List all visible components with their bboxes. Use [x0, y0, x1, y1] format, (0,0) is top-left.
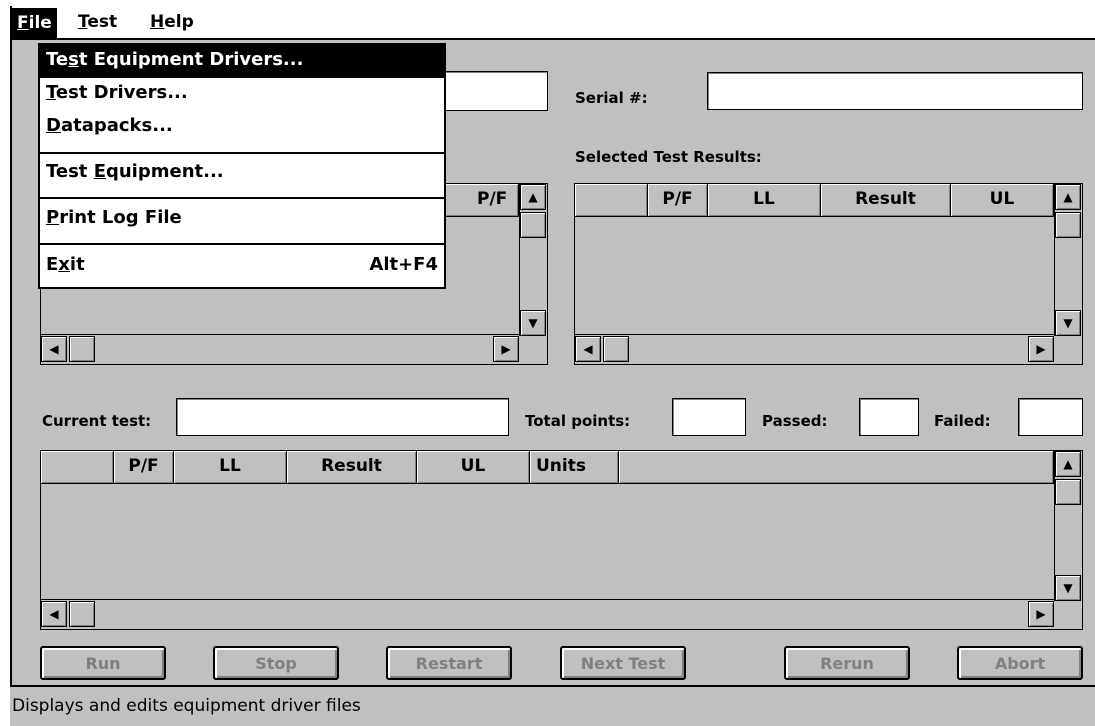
menu-item-test-drivers[interactable]: Test Drivers...: [40, 78, 444, 111]
rerun-button[interactable]: Rerun: [784, 646, 910, 680]
left-grid-vscroll[interactable]: ▲ ▼: [519, 184, 547, 336]
menu-item-text: est Drivers...: [55, 82, 188, 103]
menu-item-text: atapacks...: [60, 115, 173, 136]
file-menu-dropdown: Test Equipment Drivers... Test Drivers..…: [38, 43, 446, 289]
left-arrow-icon[interactable]: ◀: [575, 336, 601, 362]
menu-item-datapacks[interactable]: Datapacks...: [40, 111, 444, 144]
left-arrow-icon[interactable]: ◀: [41, 601, 67, 627]
current-grid-header-ll[interactable]: LL: [174, 451, 287, 484]
menu-separator: [40, 152, 444, 154]
current-grid-hthumb[interactable]: [69, 601, 95, 627]
menu-help[interactable]: Help: [150, 12, 194, 32]
menu-item-print-log-file[interactable]: Print Log File: [40, 203, 444, 236]
menu-item-text: Te: [46, 49, 69, 70]
menu-item-text: quipment...: [105, 161, 224, 182]
window-left-border: [10, 6, 12, 726]
failed-field[interactable]: [1018, 398, 1083, 436]
current-grid-header-result[interactable]: Result: [287, 451, 417, 484]
selected-grid-hscroll[interactable]: ◀ ▶: [575, 334, 1054, 364]
left-arrow-icon[interactable]: ◀: [41, 336, 67, 362]
left-grid-hthumb[interactable]: [69, 336, 95, 362]
menu-item-mnemonic: P: [46, 207, 60, 228]
selected-grid-vthumb[interactable]: [1055, 212, 1081, 238]
serial-label: Serial #:: [575, 89, 648, 107]
up-arrow-icon[interactable]: ▲: [520, 184, 546, 210]
menu-item-mnemonic: T: [46, 82, 56, 103]
left-grid-hscroll[interactable]: ◀ ▶: [41, 334, 519, 364]
menu-file-label: ile: [28, 13, 52, 33]
menu-item-text: t Equipment Drivers...: [78, 49, 304, 70]
next-test-button[interactable]: Next Test: [560, 646, 686, 680]
menu-file[interactable]: File: [12, 8, 57, 38]
passed-field[interactable]: [859, 398, 919, 436]
stop-button[interactable]: Stop: [213, 646, 339, 680]
restart-button[interactable]: Restart: [386, 646, 512, 680]
right-arrow-icon[interactable]: ▶: [493, 336, 519, 362]
selected-grid-header-pf[interactable]: P/F: [648, 184, 708, 217]
run-button[interactable]: Run: [40, 646, 166, 680]
down-arrow-icon[interactable]: ▼: [1055, 310, 1081, 336]
menu-item-mnemonic: x: [58, 254, 70, 275]
up-arrow-icon[interactable]: ▲: [1055, 184, 1081, 210]
menu-test-label: est: [87, 12, 118, 32]
selected-grid-header-rowsel[interactable]: [575, 184, 648, 217]
current-grid-vthumb[interactable]: [1055, 479, 1081, 505]
current-grid-hscroll[interactable]: ◀ ▶: [41, 599, 1054, 629]
up-arrow-icon[interactable]: ▲: [1055, 451, 1081, 477]
menu-test[interactable]: Test: [78, 12, 117, 32]
application-window: File Test Help Serial #: Selected Test R…: [0, 0, 1095, 726]
menu-bar: File Test Help: [10, 6, 1095, 40]
abort-button[interactable]: Abort: [957, 646, 1083, 680]
down-arrow-icon[interactable]: ▼: [1055, 575, 1081, 601]
menu-item-exit[interactable]: Exit Alt+F4: [40, 250, 444, 283]
menu-item-accelerator: Alt+F4: [369, 254, 438, 275]
passed-label: Passed:: [762, 412, 828, 430]
right-arrow-icon[interactable]: ▶: [1028, 336, 1054, 362]
current-grid-header-units[interactable]: Units: [530, 451, 619, 484]
menu-item-mnemonic: D: [46, 115, 61, 136]
current-test-grid[interactable]: P/F LL Result UL Units ▲ ▼ ◀ ▶: [40, 450, 1083, 630]
selected-results-grid[interactable]: P/F LL Result UL ▲ ▼ ◀ ▶: [574, 183, 1083, 365]
down-arrow-icon[interactable]: ▼: [520, 310, 546, 336]
selected-results-label: Selected Test Results:: [575, 148, 762, 166]
top-left-field[interactable]: [430, 71, 548, 111]
menu-item-text: Test: [46, 161, 94, 182]
current-test-label: Current test:: [42, 412, 152, 430]
menu-test-mnemonic: T: [78, 12, 88, 32]
menu-item-text: E: [46, 254, 59, 275]
menu-separator: [40, 197, 444, 199]
total-points-field[interactable]: [672, 398, 746, 436]
menu-item-test-equipment[interactable]: Test Equipment...: [40, 157, 444, 190]
serial-field[interactable]: [707, 72, 1083, 110]
selected-grid-header-ul[interactable]: UL: [951, 184, 1054, 217]
menu-help-mnemonic: H: [150, 12, 165, 32]
right-arrow-icon[interactable]: ▶: [1028, 601, 1054, 627]
current-grid-header-extra[interactable]: [619, 451, 1054, 484]
current-grid-vscroll[interactable]: ▲ ▼: [1054, 451, 1082, 601]
selected-grid-hthumb[interactable]: [603, 336, 629, 362]
failed-label: Failed:: [934, 412, 991, 430]
current-test-field[interactable]: [176, 398, 509, 436]
left-grid-vthumb[interactable]: [520, 212, 546, 238]
selected-grid-header-ll[interactable]: LL: [708, 184, 821, 217]
selected-grid-vscroll[interactable]: ▲ ▼: [1054, 184, 1082, 336]
menu-item-mnemonic: E: [93, 161, 106, 182]
menu-item-test-equipment-drivers[interactable]: Test Equipment Drivers...: [40, 45, 444, 78]
status-bar: Displays and edits equipment driver file…: [10, 685, 1095, 726]
menu-item-text: rint Log File: [59, 207, 182, 228]
current-grid-header-ul[interactable]: UL: [417, 451, 530, 484]
total-points-label: Total points:: [525, 412, 631, 430]
menu-file-mnemonic: F: [17, 13, 29, 33]
menu-separator: [40, 243, 444, 245]
current-grid-header-rowsel[interactable]: [41, 451, 114, 484]
menu-item-text: it: [69, 254, 85, 275]
menu-help-label: elp: [164, 12, 194, 32]
selected-grid-header-result[interactable]: Result: [821, 184, 951, 217]
menu-item-mnemonic: s: [68, 49, 79, 70]
current-grid-header-pf[interactable]: P/F: [114, 451, 174, 484]
